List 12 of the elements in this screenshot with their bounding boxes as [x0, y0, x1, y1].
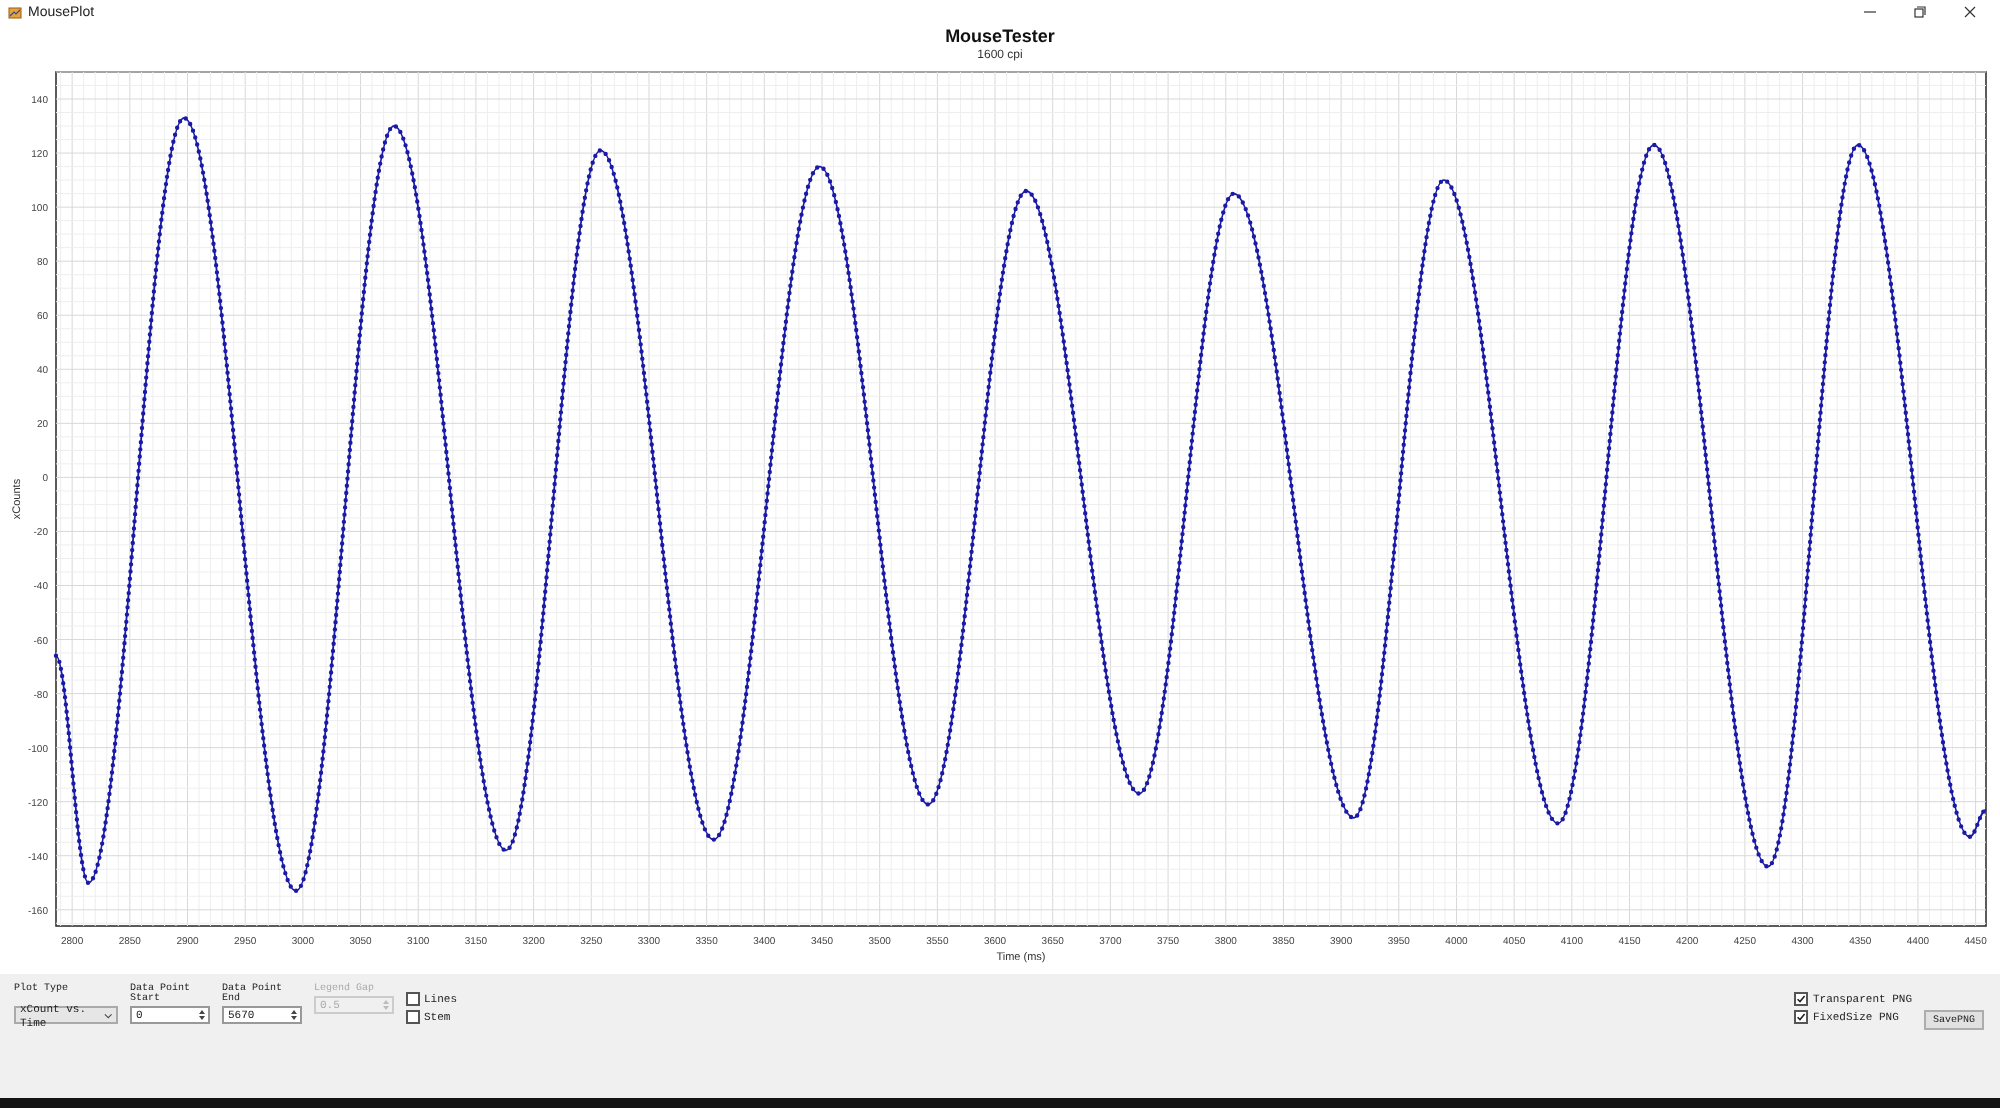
- checkbox[interactable]: [1794, 1010, 1809, 1024]
- chart-title: MouseTester: [945, 26, 1055, 48]
- restore-icon: [1914, 6, 1926, 18]
- close-icon: [1964, 6, 1976, 18]
- spin-arrows-icon[interactable]: [290, 1008, 298, 1022]
- chevron-down-icon: [103, 1011, 112, 1019]
- spin-arrows-icon[interactable]: [198, 1008, 206, 1022]
- minimize-icon: [1864, 6, 1876, 18]
- checkbox[interactable]: [406, 992, 420, 1006]
- checkbox[interactable]: [1794, 992, 1809, 1006]
- checkbox[interactable]: [406, 1010, 420, 1024]
- app-icon: [8, 5, 22, 19]
